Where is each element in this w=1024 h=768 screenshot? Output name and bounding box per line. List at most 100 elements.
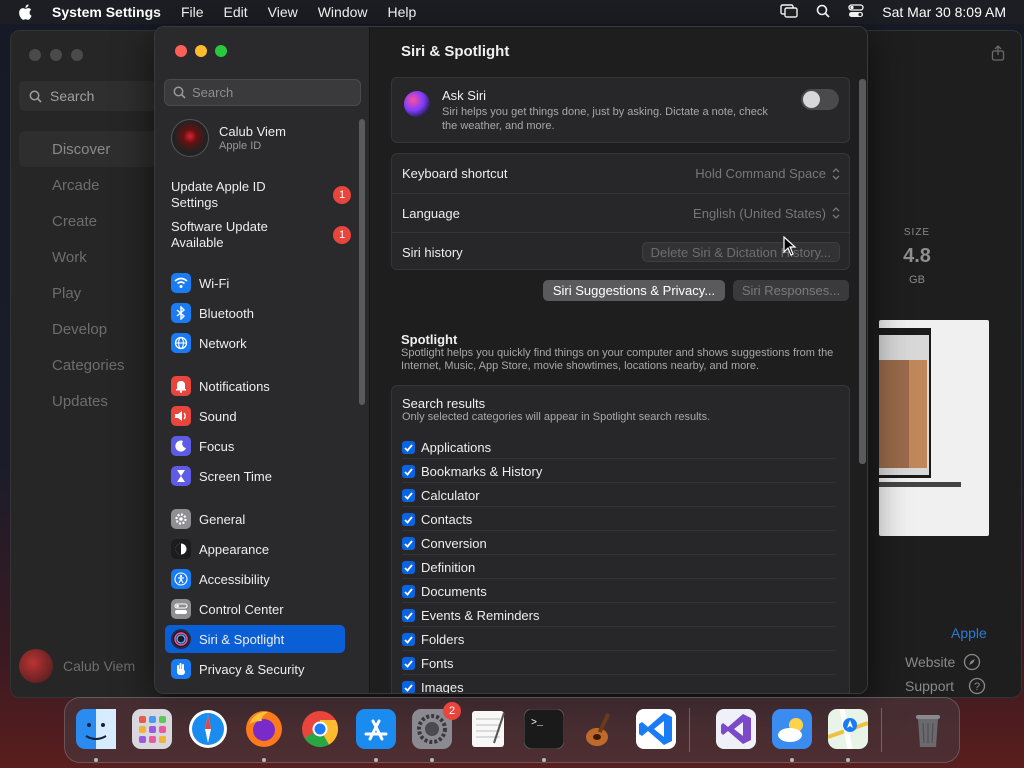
nav-updates[interactable]: Updates	[19, 383, 169, 419]
control-center-menu-icon[interactable]	[848, 3, 864, 21]
sidebar-item-accessibility[interactable]: Accessibility	[165, 565, 345, 593]
nav-discover[interactable]: Discover	[19, 131, 169, 167]
zoom-button[interactable]	[215, 45, 227, 57]
search-result-checkbox-row[interactable]: Events & Reminders	[402, 605, 836, 627]
settings-search-field[interactable]: Search	[164, 79, 361, 106]
menu-app-name[interactable]: System Settings	[52, 4, 161, 20]
zoom-button[interactable]	[71, 49, 83, 61]
ask-siri-toggle[interactable]	[801, 89, 839, 110]
terminal-icon[interactable]: >_	[521, 706, 567, 752]
sidebar-item-focus[interactable]: Focus	[165, 432, 345, 460]
search-result-checkbox-row[interactable]: Folders	[402, 629, 836, 651]
sidebar-item-privacy-security[interactable]: Privacy & Security	[165, 655, 345, 683]
delete-siri-history-button[interactable]: Delete Siri & Dictation History...	[641, 242, 840, 262]
menu-clock[interactable]: Sat Mar 30 8:09 AM	[882, 4, 1006, 20]
minimize-button[interactable]	[50, 49, 62, 61]
sidebar-item-appearance[interactable]: Appearance	[165, 535, 345, 563]
menu-file[interactable]: File	[181, 4, 204, 20]
search-result-checkbox-row[interactable]: Calculator	[402, 485, 836, 507]
search-result-checkbox-row[interactable]: Conversion	[402, 533, 836, 555]
siri-history-label: Siri history	[402, 244, 463, 260]
website-link[interactable]: Website	[905, 653, 981, 671]
apple-id-account[interactable]: Calub Viem Apple ID	[171, 119, 286, 157]
nav-play[interactable]: Play	[19, 275, 169, 311]
menu-help[interactable]: Help	[388, 4, 417, 20]
checkbox-checked-icon[interactable]	[402, 441, 415, 454]
launchpad-icon[interactable]	[129, 706, 175, 752]
screen-mirroring-icon[interactable]	[780, 3, 798, 21]
sidebar-scrollbar[interactable]	[359, 119, 365, 405]
minimize-button[interactable]	[195, 45, 207, 57]
checkbox-checked-icon[interactable]	[402, 537, 415, 550]
sidebar-item-notifications[interactable]: Notifications	[165, 372, 345, 400]
avatar	[171, 119, 209, 157]
sidebar-item-control-center[interactable]: Control Center	[165, 595, 345, 623]
settings-content: Siri & Spotlight Ask Siri Siri helps you…	[371, 27, 867, 693]
sidebar-item-network[interactable]: Network	[165, 329, 345, 357]
siri-suggestions-privacy-button[interactable]: Siri Suggestions & Privacy...	[543, 280, 725, 301]
checkbox-checked-icon[interactable]	[402, 681, 415, 693]
safari-icon[interactable]	[185, 706, 231, 752]
app-store-account[interactable]: Calub Viem	[19, 649, 135, 683]
checkbox-checked-icon[interactable]	[402, 657, 415, 670]
language-popup[interactable]: English (United States)	[693, 206, 840, 221]
menu-view[interactable]: View	[268, 4, 298, 20]
maps-icon[interactable]	[825, 706, 871, 752]
menu-window[interactable]: Window	[318, 4, 368, 20]
search-result-checkbox-row[interactable]: Documents	[402, 581, 836, 603]
sidebar-item-bluetooth[interactable]: Bluetooth	[165, 299, 345, 327]
checkbox-checked-icon[interactable]	[402, 633, 415, 646]
chrome-icon[interactable]	[297, 706, 343, 752]
checkbox-checked-icon[interactable]	[402, 585, 415, 598]
finder-icon[interactable]	[73, 706, 119, 752]
checkbox-label: Contacts	[421, 512, 473, 527]
nav-work[interactable]: Work	[19, 239, 169, 275]
spotlight-search-icon[interactable]	[816, 4, 830, 21]
search-result-checkbox-row[interactable]: Fonts	[402, 653, 836, 675]
close-button[interactable]	[29, 49, 41, 61]
apple-menu-icon[interactable]	[18, 4, 38, 20]
firefox-icon[interactable]	[241, 706, 287, 752]
sidebar-item-screen-time[interactable]: Screen Time	[165, 462, 345, 490]
siri-responses-button[interactable]: Siri Responses...	[733, 280, 849, 301]
checkbox-checked-icon[interactable]	[402, 465, 415, 478]
content-scrollbar[interactable]	[859, 79, 866, 464]
control-center-icon	[171, 599, 191, 619]
software-update-notice[interactable]: Software Update Available 1	[171, 219, 357, 251]
app-screenshot[interactable]	[879, 320, 989, 536]
search-result-checkbox-row[interactable]: Bookmarks & History	[402, 461, 836, 483]
close-button[interactable]	[175, 45, 187, 57]
system-settings-icon[interactable]: 2	[409, 702, 461, 752]
weather-icon[interactable]	[769, 706, 815, 752]
sidebar-item-sound[interactable]: Sound	[165, 402, 345, 430]
textedit-icon[interactable]	[465, 706, 511, 752]
spotlight-section-description: Spotlight helps you quickly find things …	[401, 347, 834, 372]
search-result-checkbox-row[interactable]: Images	[402, 677, 836, 693]
app-store-search-field[interactable]: Search	[19, 81, 169, 111]
checkbox-checked-icon[interactable]	[402, 489, 415, 502]
support-link[interactable]: Support ?	[905, 677, 986, 695]
garageband-icon[interactable]	[577, 706, 623, 752]
checkbox-checked-icon[interactable]	[402, 561, 415, 574]
sidebar-item-general[interactable]: General	[165, 505, 345, 533]
nav-categories[interactable]: Categories	[19, 347, 169, 383]
visual-studio-icon[interactable]	[713, 706, 759, 752]
nav-create[interactable]: Create	[19, 203, 169, 239]
menu-edit[interactable]: Edit	[224, 4, 248, 20]
update-apple-id-notice[interactable]: Update Apple ID Settings 1	[171, 179, 357, 211]
nav-develop[interactable]: Develop	[19, 311, 169, 347]
developer-link[interactable]: Apple	[951, 625, 987, 641]
trash-icon[interactable]	[905, 706, 951, 752]
checkbox-checked-icon[interactable]	[402, 513, 415, 526]
app-store-icon[interactable]	[353, 706, 399, 752]
search-result-checkbox-row[interactable]: Applications	[402, 437, 836, 459]
checkbox-checked-icon[interactable]	[402, 609, 415, 622]
keyboard-shortcut-popup[interactable]: Hold Command Space	[695, 166, 840, 181]
share-icon[interactable]	[991, 45, 1005, 66]
vscode-icon[interactable]	[633, 706, 679, 752]
nav-arcade[interactable]: Arcade	[19, 167, 169, 203]
search-result-checkbox-row[interactable]: Contacts	[402, 509, 836, 531]
sidebar-item-siri-spotlight[interactable]: Siri & Spotlight	[165, 625, 345, 653]
search-result-checkbox-row[interactable]: Definition	[402, 557, 836, 579]
sidebar-item-wifi[interactable]: Wi-Fi	[165, 269, 345, 297]
